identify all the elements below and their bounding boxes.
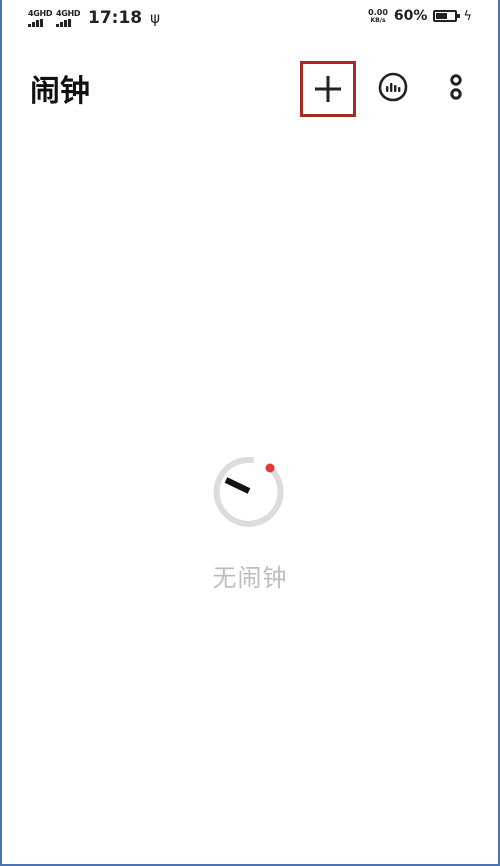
- battery-percent: 60%: [393, 8, 428, 24]
- status-bar-left: 4GHD 4GHD 17:18 ψ: [28, 8, 160, 28]
- signal-bars-icon: [28, 18, 43, 27]
- battery-fill: [436, 13, 448, 19]
- alarm-accent-dot: [265, 463, 275, 473]
- bolt-icon: ϟ: [463, 8, 472, 24]
- status-bar-right: 0.00 KB/s 60% ϟ: [368, 8, 472, 24]
- signal-bars-icon: [56, 18, 71, 27]
- more-vertical-icon: [450, 74, 462, 100]
- app-bar: 闹钟: [2, 56, 498, 120]
- alarm-screen: 4GHD 4GHD 17:18 ψ 0.00 KB/s 60% ϟ 闹钟 无闹钟: [0, 0, 500, 866]
- usb-icon: ψ: [150, 9, 161, 27]
- network-type-label: 4GHD: [28, 8, 53, 18]
- network-speed: 0.00 KB/s: [368, 7, 388, 24]
- page-title: 闹钟: [30, 74, 90, 109]
- ringtone-button[interactable]: [374, 68, 412, 106]
- more-options-button[interactable]: [438, 68, 474, 106]
- signal-indicator-1: 4GHD: [28, 8, 53, 27]
- signal-indicator-2: 4GHD: [56, 8, 81, 27]
- sound-wave-icon: [378, 72, 408, 102]
- status-time: 17:18: [88, 8, 143, 28]
- plus-icon: [315, 76, 341, 102]
- network-speed-unit: KB/s: [370, 16, 386, 24]
- network-type-label: 4GHD: [56, 8, 81, 18]
- status-bar: 4GHD 4GHD 17:18 ψ 0.00 KB/s 60% ϟ: [2, 0, 498, 36]
- network-speed-value: 0.00: [368, 7, 388, 17]
- alarm-clock-icon: [213, 456, 284, 527]
- empty-state: 无闹钟: [2, 452, 498, 593]
- empty-state-text: 无闹钟: [212, 564, 288, 592]
- battery-icon: [433, 10, 461, 22]
- add-alarm-button[interactable]: [300, 61, 356, 117]
